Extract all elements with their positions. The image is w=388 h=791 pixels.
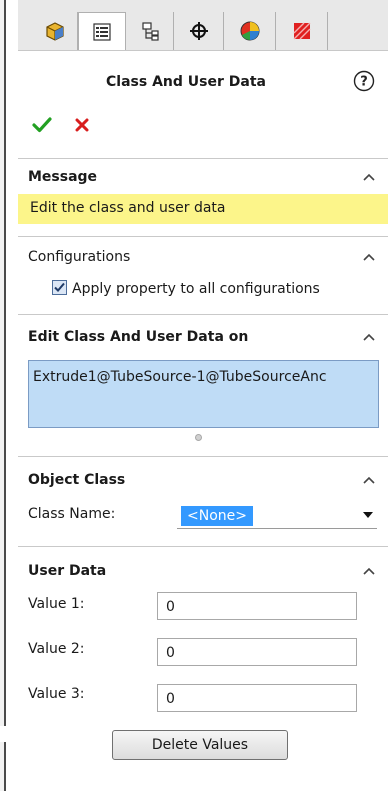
listbox-resize-handle[interactable] [195,434,202,441]
message-text: Edit the class and user data [30,200,226,216]
page-title: Class And User Data [106,74,266,90]
apply-all-configurations-checkbox[interactable] [52,280,67,295]
property-manager-panel: Class And User Data ? Message Edit the c… [18,0,388,791]
section-divider [18,158,388,159]
value-1-label: Value 1: [28,596,85,612]
message-box: Edit the class and user data [18,194,388,224]
user-data-section-header[interactable]: User Data [28,563,106,579]
tab-display-manager[interactable] [224,12,276,50]
object-class-section-header[interactable]: Object Class [28,472,125,488]
property-manager-icon [93,22,111,41]
value-3-label: Value 3: [28,686,85,702]
apply-all-configurations-label[interactable]: Apply property to all configurations [72,281,320,297]
dimxpert-icon [189,22,208,40]
section-divider [18,236,388,237]
collapse-message-chevron-icon[interactable] [362,172,376,182]
svg-text:?: ? [360,75,368,90]
collapse-object-class-chevron-icon[interactable] [362,475,376,485]
configuration-manager-icon [141,22,159,41]
section-divider [18,314,388,315]
section-divider [18,456,388,457]
value-3-input[interactable] [157,684,357,712]
tab-configuration-manager[interactable] [126,12,174,50]
value-1-input[interactable] [157,592,357,620]
help-icon[interactable]: ? [353,70,375,92]
edit-on-section-header[interactable]: Edit Class And User Data on [28,329,248,345]
panel-title-row: Class And User Data ? [18,66,388,96]
cancel-x-icon[interactable] [74,117,90,133]
display-manager-icon [240,21,259,41]
tab-routing-manager[interactable] [276,12,328,50]
manager-tab-bar [18,0,388,51]
delete-values-button[interactable]: Delete Values [112,730,288,760]
configurations-section-header[interactable]: Configurations [28,249,130,265]
ok-checkmark-icon[interactable] [32,116,52,134]
collapse-user-data-chevron-icon[interactable] [362,566,376,576]
checkmark-icon [54,282,65,292]
tab-feature-manager[interactable] [32,12,78,50]
message-section-header[interactable]: Message [28,169,97,185]
collapse-configurations-chevron-icon[interactable] [362,252,376,262]
value-2-label: Value 2: [28,641,85,657]
page: Class And User Data ? Message Edit the c… [0,0,388,791]
feature-manager-icon [45,22,64,41]
section-divider [18,546,388,547]
value-2-input[interactable] [157,638,357,666]
routing-icon [293,22,310,40]
class-name-selected-value: <None> [181,506,253,526]
chevron-down-icon[interactable] [363,512,373,519]
tab-property-manager[interactable] [78,12,126,50]
class-name-label: Class Name: [28,506,116,522]
selected-entity-item[interactable]: Extrude1@TubeSource-1@TubeSourceAnc [33,369,327,385]
left-panel-splitter[interactable] [0,0,6,791]
class-name-dropdown[interactable]: <None> [177,503,377,529]
selected-entities-listbox[interactable]: Extrude1@TubeSource-1@TubeSourceAnc [28,360,379,428]
tab-dimxpert-manager[interactable] [174,12,224,50]
collapse-edit-on-chevron-icon[interactable] [362,332,376,342]
